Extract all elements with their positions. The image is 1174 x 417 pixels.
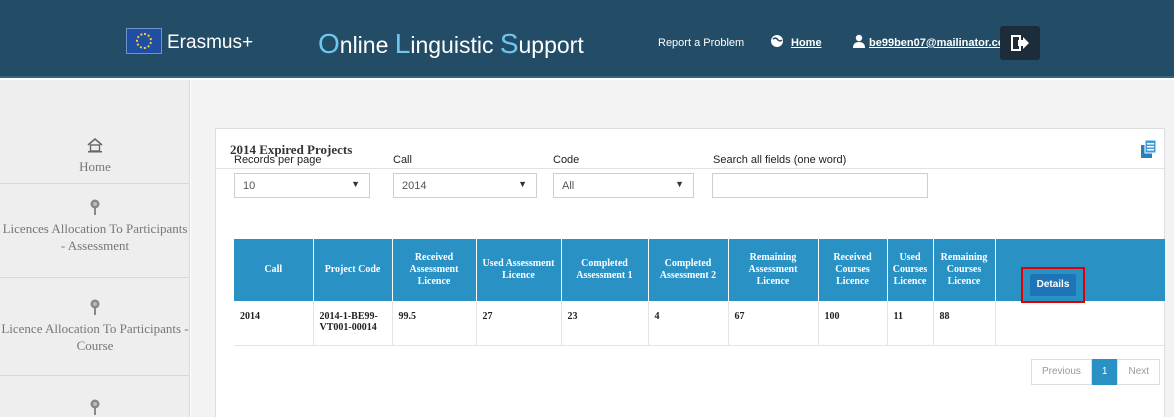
call-select[interactable]: 2014 ▼ bbox=[393, 173, 537, 198]
sidebar-item-label: Home bbox=[79, 159, 111, 174]
search-input[interactable] bbox=[712, 173, 928, 198]
call-label: Call bbox=[393, 154, 412, 166]
caret-down-icon: ▼ bbox=[675, 179, 684, 189]
page-1-button[interactable]: 1 bbox=[1091, 359, 1118, 385]
sidebar: Home Licences Allocation To Participants… bbox=[0, 80, 190, 417]
caret-down-icon: ▼ bbox=[518, 179, 527, 189]
logout-icon bbox=[1011, 35, 1029, 51]
column-header[interactable]: Project Code bbox=[313, 239, 393, 301]
code-select[interactable]: All ▼ bbox=[553, 173, 694, 198]
cell-received-assessment: 99.5 bbox=[392, 301, 477, 346]
next-page-button[interactable]: Next bbox=[1117, 359, 1161, 385]
user-icon bbox=[852, 34, 868, 48]
pagination: Previous 1 Next bbox=[1031, 359, 1161, 385]
cell-completed-assessment-2: 4 bbox=[648, 301, 729, 346]
cell-actions bbox=[995, 301, 1165, 346]
search-label: Search all fields (one word) bbox=[713, 154, 847, 166]
cell-call: 2014 bbox=[234, 301, 314, 346]
cell-received-courses: 100 bbox=[818, 301, 888, 346]
column-header[interactable]: Received Assessment Licence bbox=[392, 239, 477, 301]
table-row: 2014 2014-1-BE99-VT001-00014 99.5 27 23 … bbox=[234, 301, 1165, 346]
eu-flag-icon bbox=[126, 28, 162, 54]
sidebar-item-label: Licence Allocation To Participants - Cou… bbox=[1, 321, 189, 353]
cell-remaining-courses: 88 bbox=[933, 301, 996, 346]
column-header[interactable]: Used Assessment Licence bbox=[476, 239, 562, 301]
column-header[interactable]: Used Courses Licence bbox=[887, 239, 934, 301]
details-button[interactable]: Details bbox=[1030, 274, 1076, 296]
sidebar-item-licences-course[interactable]: Licence Allocation To Participants - Cou… bbox=[0, 278, 190, 376]
cell-used-assessment: 27 bbox=[476, 301, 562, 346]
report-problem-link[interactable]: Report a Problem bbox=[658, 37, 744, 49]
sidebar-item-home[interactable]: Home bbox=[0, 80, 190, 184]
export-icon[interactable] bbox=[1140, 139, 1158, 159]
previous-page-button[interactable]: Previous bbox=[1031, 359, 1092, 385]
column-header[interactable]: Completed Assessment 1 bbox=[561, 239, 649, 301]
sidebar-item-label: Licences Allocation To Participants - As… bbox=[2, 221, 188, 253]
details-highlight: Details bbox=[1021, 267, 1085, 303]
caret-down-icon: ▼ bbox=[351, 179, 360, 189]
home-link[interactable]: Home bbox=[791, 37, 822, 49]
award-icon bbox=[90, 199, 100, 215]
top-header: Erasmus+ Online Linguistic Support Repor… bbox=[0, 0, 1174, 78]
column-header[interactable]: Call bbox=[234, 239, 314, 301]
globe-home-icon bbox=[770, 34, 786, 48]
column-header[interactable]: Received Courses Licence bbox=[818, 239, 888, 301]
records-per-page-label: Records per page bbox=[234, 154, 322, 166]
user-email-link[interactable]: be99ben07@mailinator.com bbox=[869, 37, 1014, 49]
brand-name: Erasmus+ bbox=[167, 32, 254, 53]
cell-project-code: 2014-1-BE99-VT001-00014 bbox=[313, 301, 393, 346]
award-icon bbox=[90, 299, 100, 315]
home-icon bbox=[87, 137, 103, 153]
sidebar-item-licences-assessment[interactable]: Licences Allocation To Participants - As… bbox=[0, 184, 190, 278]
award-icon bbox=[90, 399, 100, 415]
sidebar-item-more[interactable] bbox=[0, 376, 190, 417]
column-header[interactable]: Remaining Courses Licence bbox=[933, 239, 996, 301]
cell-completed-assessment-1: 23 bbox=[561, 301, 649, 346]
cell-remaining-assessment: 67 bbox=[728, 301, 819, 346]
column-header[interactable]: Completed Assessment 2 bbox=[648, 239, 729, 301]
column-header[interactable]: Remaining Assessment Licence bbox=[728, 239, 819, 301]
cell-used-courses: 11 bbox=[887, 301, 934, 346]
app-title: Online Linguistic Support bbox=[318, 28, 584, 59]
records-per-page-select[interactable]: 10 ▼ bbox=[234, 173, 370, 198]
code-label: Code bbox=[553, 154, 580, 166]
panel-header: 2014 Expired Projects bbox=[216, 129, 1164, 169]
logout-button[interactable] bbox=[1000, 26, 1040, 60]
